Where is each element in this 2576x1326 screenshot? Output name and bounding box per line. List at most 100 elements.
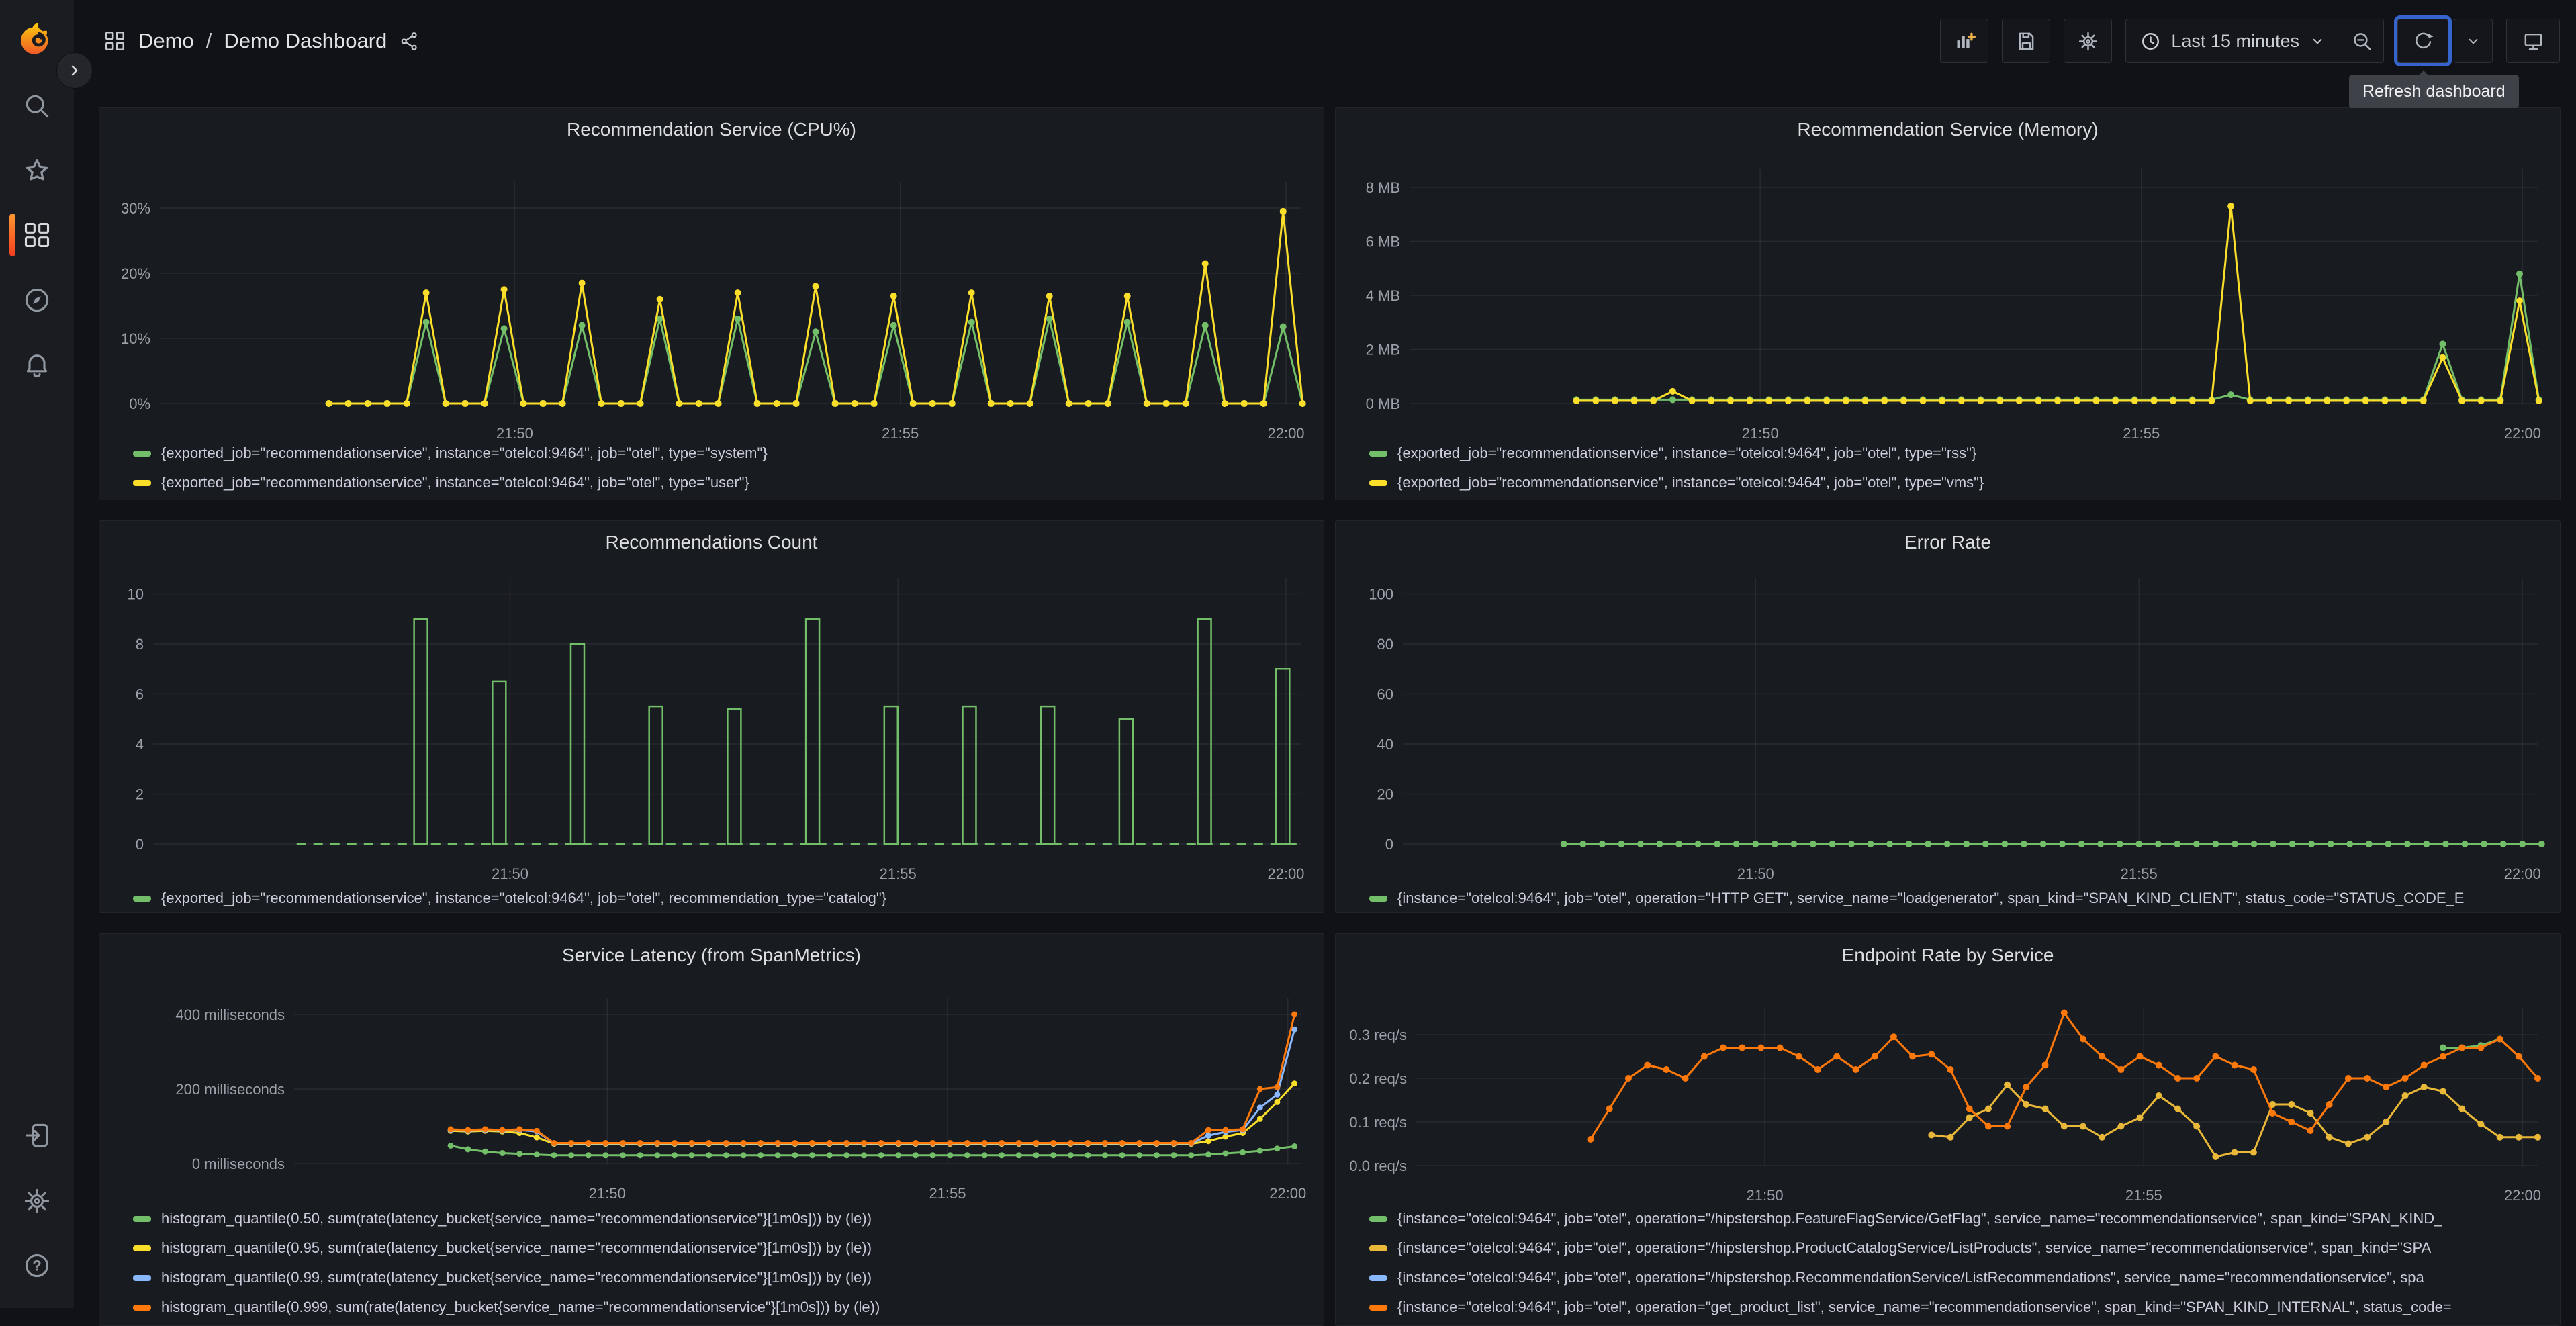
legend-label[interactable]: {instance="otelcol:9464", job="otel", op… bbox=[1397, 1269, 2424, 1286]
panel-legend: {exported_job="recommendationservice", i… bbox=[133, 884, 1316, 912]
legend-label[interactable]: {exported_job="recommendationservice", i… bbox=[161, 444, 768, 462]
time-range-label: Last 15 minutes bbox=[2171, 30, 2299, 51]
share-icon bbox=[401, 32, 417, 50]
legend-label[interactable]: {instance="otelcol:9464", job="otel", op… bbox=[1397, 1239, 2431, 1257]
svg-text:100: 100 bbox=[1369, 586, 1393, 603]
legend-swatch bbox=[133, 479, 151, 486]
panel-recommendation-cpu: Recommendation Service (CPU%) 0% 10% 20% 30… bbox=[99, 107, 1324, 500]
legend-swatch bbox=[133, 1274, 151, 1281]
svg-text:80: 80 bbox=[1377, 636, 1393, 653]
legend-item[interactable]: histogram_quantile(0.999, sum(rate(laten… bbox=[133, 1292, 1316, 1322]
legend-label[interactable]: histogram_quantile(0.99, sum(rate(latenc… bbox=[161, 1269, 872, 1286]
panel-legend: {instance="otelcol:9464", job="otel", op… bbox=[1369, 884, 2552, 912]
svg-text:2: 2 bbox=[136, 786, 144, 803]
svg-text:0.3 req/s: 0.3 req/s bbox=[1349, 1027, 1407, 1043]
svg-text:8 MB: 8 MB bbox=[1366, 179, 1400, 196]
legend-item[interactable]: {exported_job="recommendationservice", i… bbox=[1369, 468, 2552, 498]
svg-text:6: 6 bbox=[136, 686, 144, 703]
svg-text:?: ? bbox=[32, 1258, 41, 1274]
clock-icon bbox=[2142, 32, 2160, 50]
legend-label[interactable]: {instance="otelcol:9464", job="otel", op… bbox=[1397, 1298, 2452, 1316]
sidebar-item-search[interactable] bbox=[0, 82, 74, 130]
legend-item[interactable]: histogram_quantile(0.99, sum(rate(latenc… bbox=[133, 1263, 1316, 1292]
chevron-down-icon bbox=[2313, 38, 2322, 44]
legend-swatch bbox=[133, 895, 151, 902]
legend-label[interactable]: {exported_job="recommendationservice", i… bbox=[161, 474, 749, 491]
help-icon: ? bbox=[25, 1253, 49, 1278]
svg-text:21:55: 21:55 bbox=[929, 1185, 966, 1202]
legend-label[interactable]: {exported_job="recommendationservice", i… bbox=[1397, 474, 1984, 491]
add-panel-button[interactable] bbox=[1940, 19, 1989, 63]
bar-chart[interactable]: 0 2 4 6 8 10 21:50 21:55 22:00 bbox=[99, 521, 1324, 912]
svg-text:21:55: 21:55 bbox=[2125, 1187, 2162, 1204]
panel-legend: histogram_quantile(0.50, sum(rate(latenc… bbox=[133, 1204, 1316, 1322]
monitor-icon bbox=[2524, 33, 2542, 50]
breadcrumb-folder[interactable]: Demo bbox=[138, 29, 194, 53]
sidebar-item-starred[interactable] bbox=[0, 146, 74, 195]
svg-text:30%: 30% bbox=[121, 200, 150, 217]
legend-item[interactable]: {exported_job="recommendationservice", i… bbox=[133, 468, 1316, 498]
svg-text:0: 0 bbox=[1385, 836, 1393, 853]
kiosk-mode-button[interactable] bbox=[2506, 19, 2560, 63]
legend-label[interactable]: histogram_quantile(0.999, sum(rate(laten… bbox=[161, 1298, 880, 1316]
legend-item[interactable]: {instance="otelcol:9464", job="otel", op… bbox=[1369, 1292, 2552, 1322]
legend-swatch bbox=[1369, 1304, 1387, 1311]
legend-label[interactable]: {exported_job="recommendationservice", i… bbox=[1397, 444, 1976, 462]
refresh-dashboard-button[interactable] bbox=[2397, 19, 2448, 63]
svg-text:8: 8 bbox=[136, 636, 144, 653]
legend-swatch bbox=[1369, 479, 1387, 486]
svg-text:0 milliseconds: 0 milliseconds bbox=[192, 1155, 285, 1172]
legend-label[interactable]: {instance="otelcol:9464", job="otel", op… bbox=[1397, 1210, 2442, 1227]
chevron-down-icon bbox=[2469, 38, 2478, 44]
legend-swatch bbox=[133, 1245, 151, 1251]
timeseries-chart[interactable]: 0 20 40 60 80 100 21:50 21:55 22:00 bbox=[1336, 521, 2560, 912]
legend-item[interactable]: {exported_job="recommendationservice", i… bbox=[1369, 438, 2552, 468]
legend-swatch bbox=[133, 450, 151, 457]
legend-item[interactable]: histogram_quantile(0.50, sum(rate(latenc… bbox=[133, 1204, 1316, 1233]
panel-legend: {instance="otelcol:9464", job="otel", op… bbox=[1369, 1204, 2552, 1322]
svg-text:0.0 req/s: 0.0 req/s bbox=[1349, 1157, 1407, 1174]
panel-legend: {exported_job="recommendationservice", i… bbox=[1369, 438, 2552, 498]
header: Demo / Demo Dashboard Last 15 minutes bbox=[74, 0, 2576, 82]
time-controls-group: Last 15 minutes bbox=[2125, 19, 2384, 63]
legend-item[interactable]: {instance="otelcol:9464", job="otel", op… bbox=[1369, 1233, 2552, 1263]
svg-text:2 MB: 2 MB bbox=[1366, 342, 1400, 359]
save-dashboard-button[interactable] bbox=[2002, 19, 2051, 63]
svg-text:200 milliseconds: 200 milliseconds bbox=[175, 1081, 285, 1098]
legend-label[interactable]: histogram_quantile(0.95, sum(rate(latenc… bbox=[161, 1239, 872, 1257]
alerting-bell-icon bbox=[26, 354, 48, 378]
breadcrumb-dashboard-title[interactable]: Demo Dashboard bbox=[224, 29, 387, 53]
legend-item[interactable]: {instance="otelcol:9464", job="otel", op… bbox=[1369, 1204, 2552, 1233]
sidebar-item-alerting[interactable] bbox=[0, 341, 74, 389]
svg-text:21:50: 21:50 bbox=[492, 865, 528, 882]
panel-recommendations-count: Recommendations Count 0 2 4 6 8 10 21:50 21:55 2… bbox=[99, 520, 1324, 913]
svg-text:0%: 0% bbox=[129, 395, 150, 412]
dashboards-grid-icon bbox=[105, 31, 125, 51]
legend-item[interactable]: {exported_job="recommendationservice", i… bbox=[133, 884, 1316, 912]
share-dashboard-button[interactable] bbox=[399, 31, 420, 52]
legend-label[interactable]: histogram_quantile(0.50, sum(rate(latenc… bbox=[161, 1210, 872, 1227]
legend-item[interactable]: {instance="otelcol:9464", job="otel", op… bbox=[1369, 884, 2552, 912]
sidebar-item-help[interactable]: ? bbox=[0, 1241, 74, 1290]
sidebar-item-dashboards[interactable] bbox=[0, 211, 74, 259]
legend-label[interactable]: {exported_job="recommendationservice", i… bbox=[161, 890, 886, 907]
svg-text:21:50: 21:50 bbox=[1747, 1187, 1784, 1204]
sidebar-item-sign-in[interactable] bbox=[0, 1111, 74, 1159]
grafana-logo[interactable] bbox=[18, 20, 57, 59]
settings-gear-icon bbox=[2078, 32, 2098, 50]
sidebar-expand-button[interactable] bbox=[56, 52, 93, 89]
legend-item[interactable]: {exported_job="recommendationservice", i… bbox=[133, 438, 1316, 468]
zoom-out-time-button[interactable] bbox=[2340, 19, 2383, 62]
svg-text:20: 20 bbox=[1377, 786, 1393, 803]
refresh-interval-dropdown[interactable] bbox=[2454, 19, 2493, 63]
dashboards-grid-icon bbox=[24, 222, 50, 248]
svg-text:21:55: 21:55 bbox=[2121, 865, 2158, 882]
sidebar-item-explore[interactable] bbox=[0, 276, 74, 324]
svg-text:22:00: 22:00 bbox=[2504, 865, 2541, 882]
legend-item[interactable]: histogram_quantile(0.95, sum(rate(latenc… bbox=[133, 1233, 1316, 1263]
legend-item[interactable]: {instance="otelcol:9464", job="otel", op… bbox=[1369, 1263, 2552, 1292]
time-range-picker[interactable]: Last 15 minutes bbox=[2126, 19, 2340, 62]
sidebar-item-settings[interactable] bbox=[0, 1177, 74, 1225]
dashboard-settings-button[interactable] bbox=[2064, 19, 2113, 63]
legend-label[interactable]: {instance="otelcol:9464", job="otel", op… bbox=[1397, 890, 2464, 907]
